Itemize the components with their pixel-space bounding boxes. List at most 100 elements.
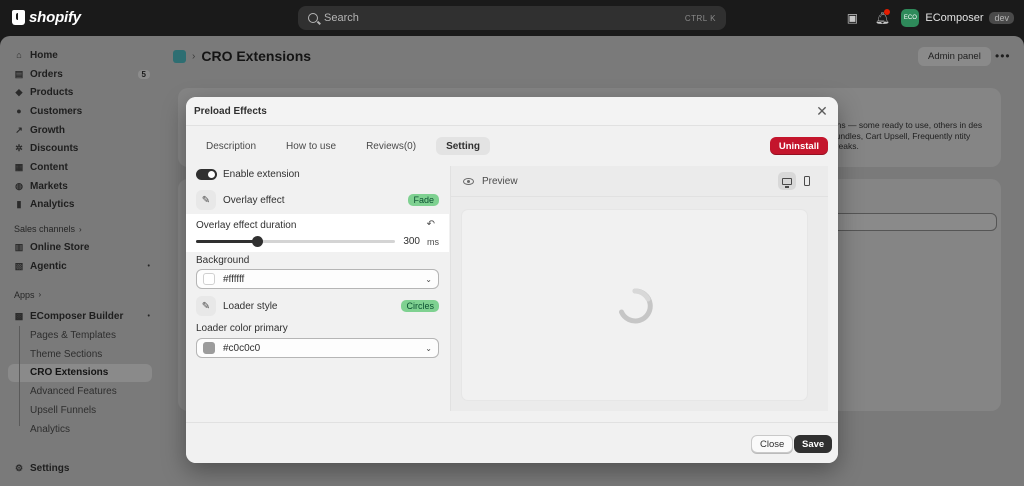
tab-how-to-use[interactable]: How to use [276,137,346,155]
person-icon: ● [16,106,22,117]
modal-header: Preload Effects ✕ [186,97,838,126]
color-swatch [203,342,215,354]
sidebar-item-agentic[interactable]: ▧ Agentic • [0,257,160,276]
sidebar-item-ecomposer-builder[interactable]: ▩ EComposer Builder • [0,308,160,327]
close-icon[interactable]: ✕ [814,103,830,120]
pencil-icon[interactable]: ✎ [196,296,216,316]
pencil-icon[interactable]: ✎ [196,190,216,210]
desktop-view-button[interactable] [778,172,796,190]
background-color-select[interactable]: #ffffff ⌄ [196,269,439,289]
loader-style-row[interactable]: ✎ Loader style Circles [196,296,439,316]
agentic-icon: ▧ [14,260,24,271]
loader-color-select[interactable]: #c0c0c0 ⌄ [196,338,439,358]
apps-heading[interactable]: Apps › [0,286,160,304]
overlay-duration-unit: ms [427,237,439,247]
mobile-view-button[interactable] [798,172,816,190]
modal-footer: Close Save [186,422,838,463]
top-bar: shopify Search CTRL K ▣ 🔔︎ ECO EComposer… [0,0,1024,36]
store-switcher[interactable]: ECO EComposer dev [901,9,1014,27]
search-bar[interactable]: Search CTRL K [298,6,726,30]
device-toggle [778,172,816,190]
sidebar-item-discounts[interactable]: ✲ Discounts [0,139,160,158]
overlay-duration-section: Overlay effect duration ↶ 300 ms [186,214,449,252]
sidebar-item-growth[interactable]: ↗ Growth [0,121,160,140]
sidebar-item-analytics[interactable]: ▮ Analytics [0,196,160,215]
growth-icon: ↗ [15,124,23,135]
tab-reviews[interactable]: Reviews(0) [356,137,426,155]
preview-panel: Preview [450,166,828,411]
app-store-icon[interactable]: ▣ [841,7,863,29]
search-shortcut: CTRL K [684,13,716,23]
enable-extension-row: Enable extension [196,169,439,180]
chevron-right-icon: › [38,290,42,300]
reset-icon[interactable]: ↶ [427,219,435,230]
tag-icon: ◆ [15,87,23,98]
background-input [825,213,997,231]
close-button[interactable]: Close [751,435,794,453]
sidebar-subitem-upsell-funnels[interactable]: Upsell Funnels [0,401,160,420]
tab-setting[interactable]: Setting [436,137,490,155]
overlay-duration-slider[interactable] [196,236,395,247]
search-icon [308,13,318,23]
mobile-icon [804,176,810,186]
background-description: ions — some ready to use, others in des … [830,120,983,151]
sidebar-item-content[interactable]: ▦ Content [0,158,160,177]
chevron-down-icon: ⌄ [425,274,432,284]
more-actions-icon[interactable]: ••• [995,49,1011,63]
shopify-bag-icon [12,10,25,25]
more-icon[interactable]: • [148,313,150,320]
sidebar-subitem-pages-templates[interactable]: Pages & Templates [0,326,160,345]
sidebar-item-home[interactable]: ⌂ Home [0,46,160,65]
tree-line [19,326,20,426]
top-right-actions: ▣ 🔔︎ ECO EComposer dev [841,0,1024,36]
sidebar-item-online-store[interactable]: ▥ Online Store [0,238,160,257]
overlay-effect-badge: Fade [408,194,439,206]
app-icon: ▩ [14,311,24,322]
sidebar-subitem-advanced-features[interactable]: Advanced Features [0,382,160,401]
overlay-effect-label: Overlay effect [223,194,285,206]
page-title: CRO Extensions [201,48,312,64]
slider-thumb[interactable] [252,236,264,247]
gear-icon: ⚙ [14,463,24,474]
enable-extension-toggle[interactable] [196,169,217,180]
sidebar: ⌂ Home ▤ Orders 5 ◆ Products ● Customers ↗ Gro… [0,36,160,486]
notification-bell-icon[interactable]: 🔔︎ [871,7,893,29]
sidebar-item-customers[interactable]: ● Customers [0,102,160,121]
overlay-duration-label: Overlay effect duration [196,220,297,231]
chart-icon: ▮ [16,199,22,210]
color-swatch [203,273,215,285]
more-icon[interactable]: • [148,263,150,270]
loader-color-label: Loader color primary [196,323,288,334]
uninstall-button[interactable]: Uninstall [769,137,828,155]
search-input[interactable]: Search [324,12,677,24]
shopify-logo[interactable]: shopify [12,9,81,26]
sidebar-item-orders[interactable]: ▤ Orders 5 [0,65,160,84]
background-color-value: #ffffff [223,273,245,285]
overlay-duration-value[interactable]: 300 [398,236,420,247]
admin-panel-button[interactable]: Admin panel [918,47,991,66]
home-icon: ⌂ [16,50,22,61]
sidebar-item-markets[interactable]: ◍ Markets [0,177,160,196]
sidebar-item-products[interactable]: ◆ Products [0,83,160,102]
store-name: EComposer [925,12,984,24]
eye-icon [463,177,474,185]
save-button[interactable]: Save [794,435,833,453]
orders-count: 5 [137,69,150,79]
chevron-right-icon: › [79,224,82,234]
preview-canvas [462,210,807,400]
sidebar-subitem-theme-sections[interactable]: Theme Sections [0,345,160,364]
tab-description[interactable]: Description [196,137,266,155]
overlay-effect-row[interactable]: ✎ Overlay effect Fade [196,190,439,210]
notification-dot [884,9,891,15]
loader-color-value: #c0c0c0 [223,342,261,354]
sales-channels-heading[interactable]: Sales channels › [0,220,160,238]
sidebar-subitem-cro-extensions[interactable]: CRO Extensions [8,363,152,383]
sidebar-settings[interactable]: ⚙ Settings [0,459,160,478]
slider-fill [196,240,258,243]
loader-style-label: Loader style [223,300,278,312]
desktop-icon [782,177,792,188]
breadcrumb-separator: › [192,50,196,62]
sidebar-subitem-analytics[interactable]: Analytics [0,420,160,439]
logo-text: shopify [29,9,81,26]
loader-spinner-icon [619,288,653,324]
